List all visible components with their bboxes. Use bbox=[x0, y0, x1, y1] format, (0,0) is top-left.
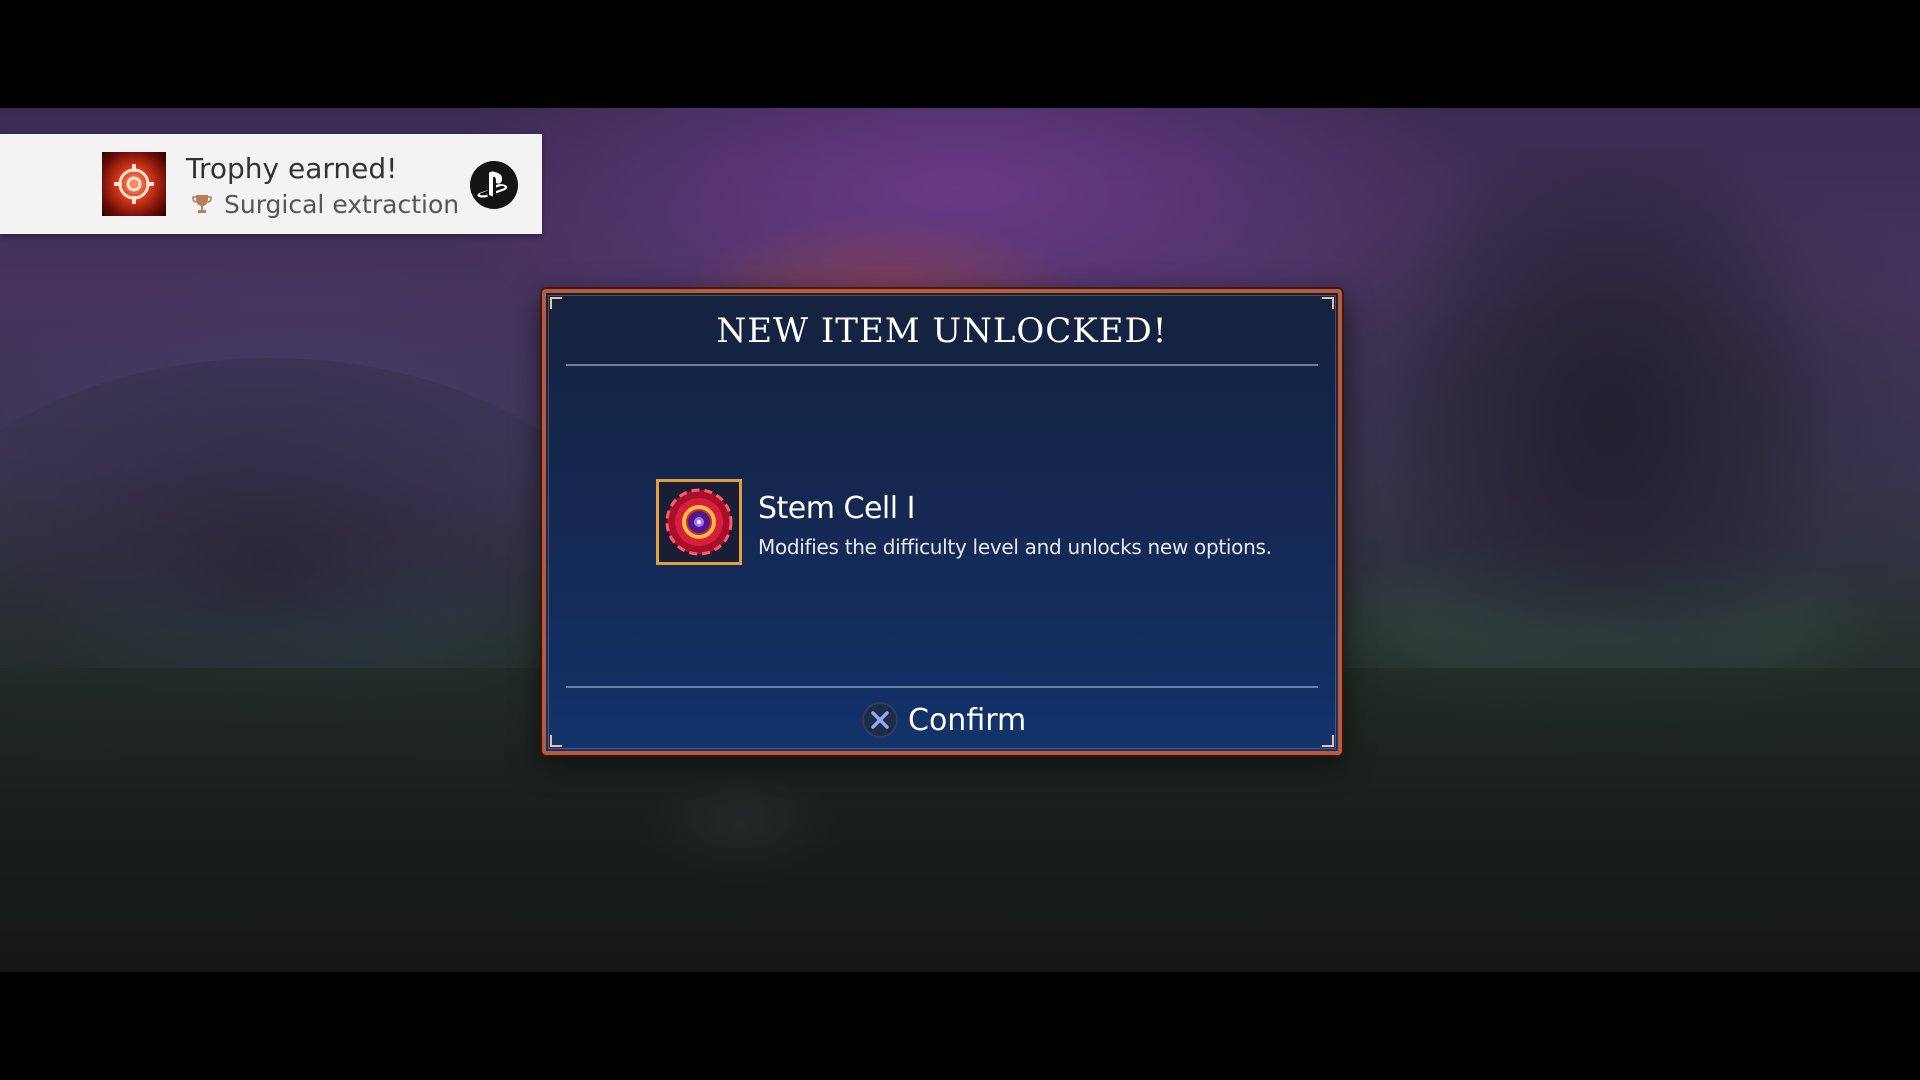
letterbox-top bbox=[0, 0, 1920, 108]
trophy-game-icon bbox=[102, 152, 166, 216]
footer-divider bbox=[566, 686, 1318, 688]
game-screen: Trophy earned! Surgical extraction NEW I… bbox=[0, 0, 1920, 1080]
item-name: Stem Cell I bbox=[758, 491, 915, 526]
bronze-trophy-icon bbox=[192, 195, 212, 213]
dialog-title: NEW ITEM UNLOCKED! bbox=[716, 311, 1168, 351]
dialog-corner-ornament bbox=[1322, 297, 1334, 309]
trophy-earned-title: Trophy earned! bbox=[186, 152, 398, 185]
trophy-notification: Trophy earned! Surgical extraction bbox=[0, 134, 542, 234]
new-item-dialog: NEW ITEM UNLOCKED! Stem Cell I Modifies … bbox=[542, 289, 1342, 755]
title-divider bbox=[566, 364, 1318, 366]
dialog-corner-ornament bbox=[550, 735, 562, 747]
playstation-icon bbox=[470, 161, 518, 209]
stem-cell-icon bbox=[656, 479, 742, 565]
trophy-name: Surgical extraction bbox=[224, 190, 460, 219]
trophy-name-line: Surgical extraction bbox=[190, 190, 459, 219]
dialog-corner-ornament bbox=[1322, 735, 1334, 747]
confirm-label: Confirm bbox=[908, 702, 1027, 738]
cross-button-icon bbox=[862, 702, 898, 738]
letterbox-bottom bbox=[0, 972, 1920, 1080]
dialog-corner-ornament bbox=[550, 297, 562, 309]
item-description: Modifies the difficulty level and unlock… bbox=[758, 535, 1272, 559]
confirm-button[interactable]: Confirm bbox=[862, 697, 1026, 743]
